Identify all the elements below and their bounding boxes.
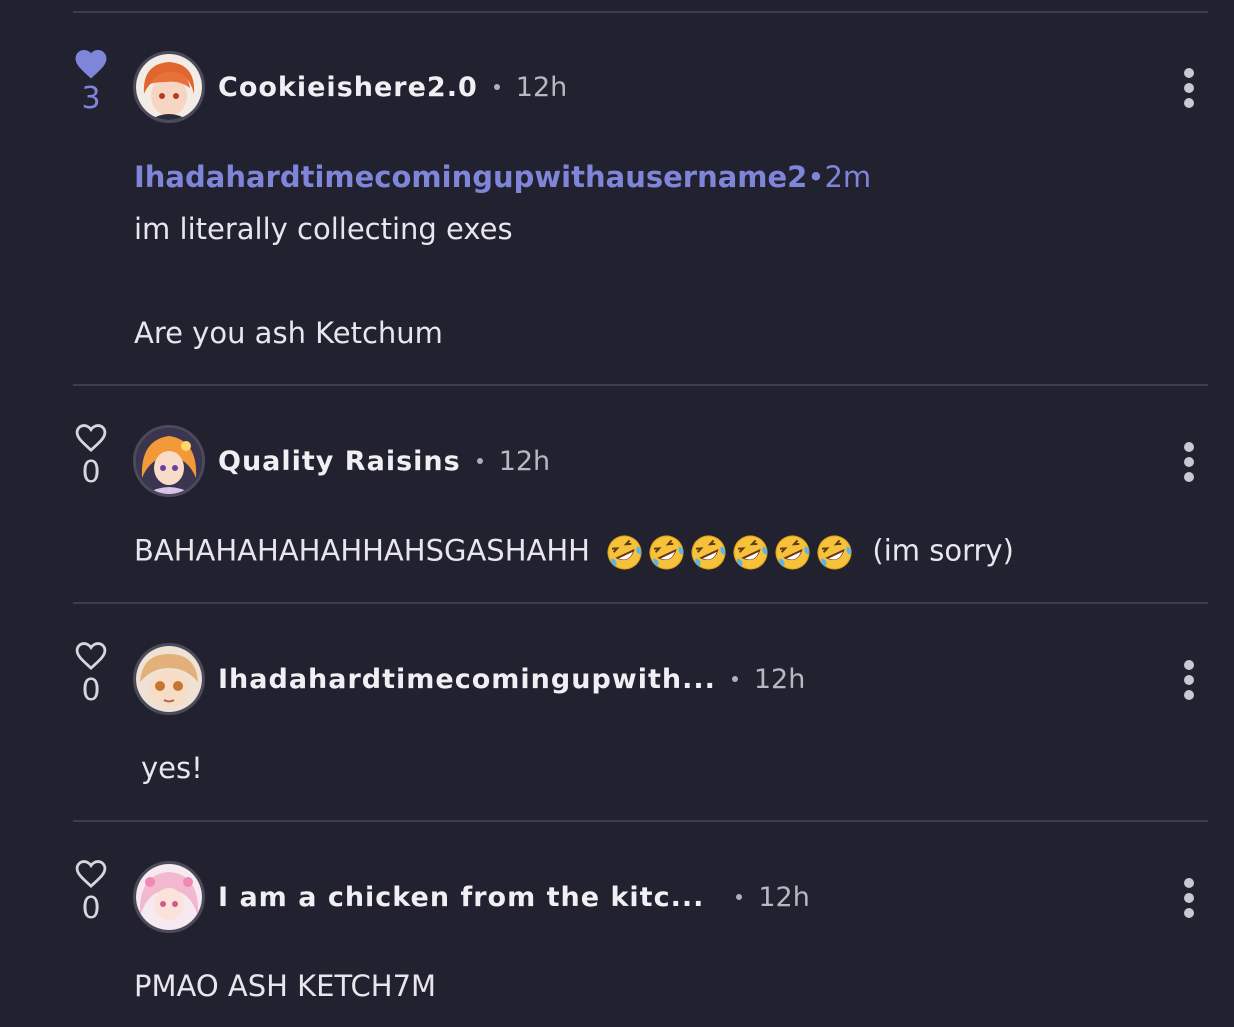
- more-options-icon[interactable]: [1176, 68, 1202, 108]
- avatar[interactable]: [133, 643, 205, 715]
- mention-link[interactable]: Ihadahardtimecomingupwithausername2: [134, 160, 807, 194]
- comment-text: Are you ash Ketchum: [134, 316, 443, 350]
- avatar[interactable]: [133, 51, 205, 123]
- avatar[interactable]: [133, 861, 205, 933]
- like-count: 3: [81, 81, 101, 116]
- comment-text: yes!: [141, 751, 203, 785]
- comment-header: I am a chicken from the kitc... 12h: [218, 877, 810, 917]
- like-count: 0: [81, 673, 101, 708]
- emoji-row: [605, 533, 857, 572]
- rolling-on-floor-laughing-icon: [649, 535, 684, 570]
- comment-text: im literally collecting exes: [134, 212, 513, 246]
- mention-separator: •: [807, 160, 825, 194]
- comment-header: Ihadahardtimecomingupwith... 12h: [218, 659, 805, 699]
- rolling-on-floor-laughing-icon: [691, 535, 726, 570]
- username[interactable]: Cookieishere2.0: [218, 72, 478, 103]
- mention-timestamp: 2m: [824, 160, 872, 194]
- comment-header: Quality Raisins 12h: [218, 441, 550, 481]
- rolling-on-floor-laughing-icon: [733, 535, 768, 570]
- divider: [73, 11, 1208, 13]
- divider: [73, 602, 1208, 604]
- avatar[interactable]: [133, 425, 205, 497]
- heart-filled-icon: [75, 50, 107, 79]
- username[interactable]: I am a chicken from the kitc...: [218, 882, 704, 913]
- like-button[interactable]: 3: [68, 46, 114, 116]
- username[interactable]: Ihadahardtimecomingupwith...: [218, 664, 716, 695]
- username[interactable]: Quality Raisins: [218, 446, 461, 477]
- separator-dot: [731, 676, 738, 682]
- timestamp: 12h: [498, 445, 551, 477]
- reply-mention-line: Ihadahardtimecomingupwithausername2•2m: [134, 160, 871, 194]
- comment-feed: 3 Cookieishere2.0 12h Ihadahardtimecomin…: [0, 0, 1234, 1027]
- like-count: 0: [81, 891, 101, 926]
- separator-dot: [476, 458, 483, 464]
- timestamp: 12h: [758, 881, 810, 913]
- heart-outline-icon: [75, 642, 107, 671]
- like-button[interactable]: 0: [68, 856, 114, 926]
- comment-header: Cookieishere2.0 12h: [218, 67, 567, 107]
- more-options-icon[interactable]: [1176, 660, 1202, 700]
- comment-text-main: BAHAHAHAHAHHAHSGASHAHH: [134, 533, 590, 568]
- rolling-on-floor-laughing-icon: [607, 535, 642, 570]
- heart-outline-icon: [75, 424, 107, 453]
- comment-text: PMAO ASH KETCH7M: [134, 969, 437, 1003]
- more-options-icon[interactable]: [1176, 442, 1202, 482]
- comment-text-suffix: (im sorry): [872, 533, 1014, 568]
- more-options-icon[interactable]: [1176, 878, 1202, 918]
- separator-dot: [493, 84, 500, 90]
- rolling-on-floor-laughing-icon: [775, 535, 810, 570]
- like-count: 0: [81, 455, 101, 490]
- timestamp: 12h: [753, 663, 806, 695]
- heart-outline-icon: [75, 860, 107, 889]
- like-button[interactable]: 0: [68, 638, 114, 708]
- separator-dot: [736, 894, 743, 900]
- rolling-on-floor-laughing-icon: [817, 535, 852, 570]
- timestamp: 12h: [515, 71, 568, 103]
- divider: [73, 384, 1208, 386]
- comment-text: BAHAHAHAHAHHAHSGASHAHH (im sorry): [134, 533, 1014, 572]
- like-button[interactable]: 0: [68, 420, 114, 490]
- divider: [73, 820, 1208, 822]
